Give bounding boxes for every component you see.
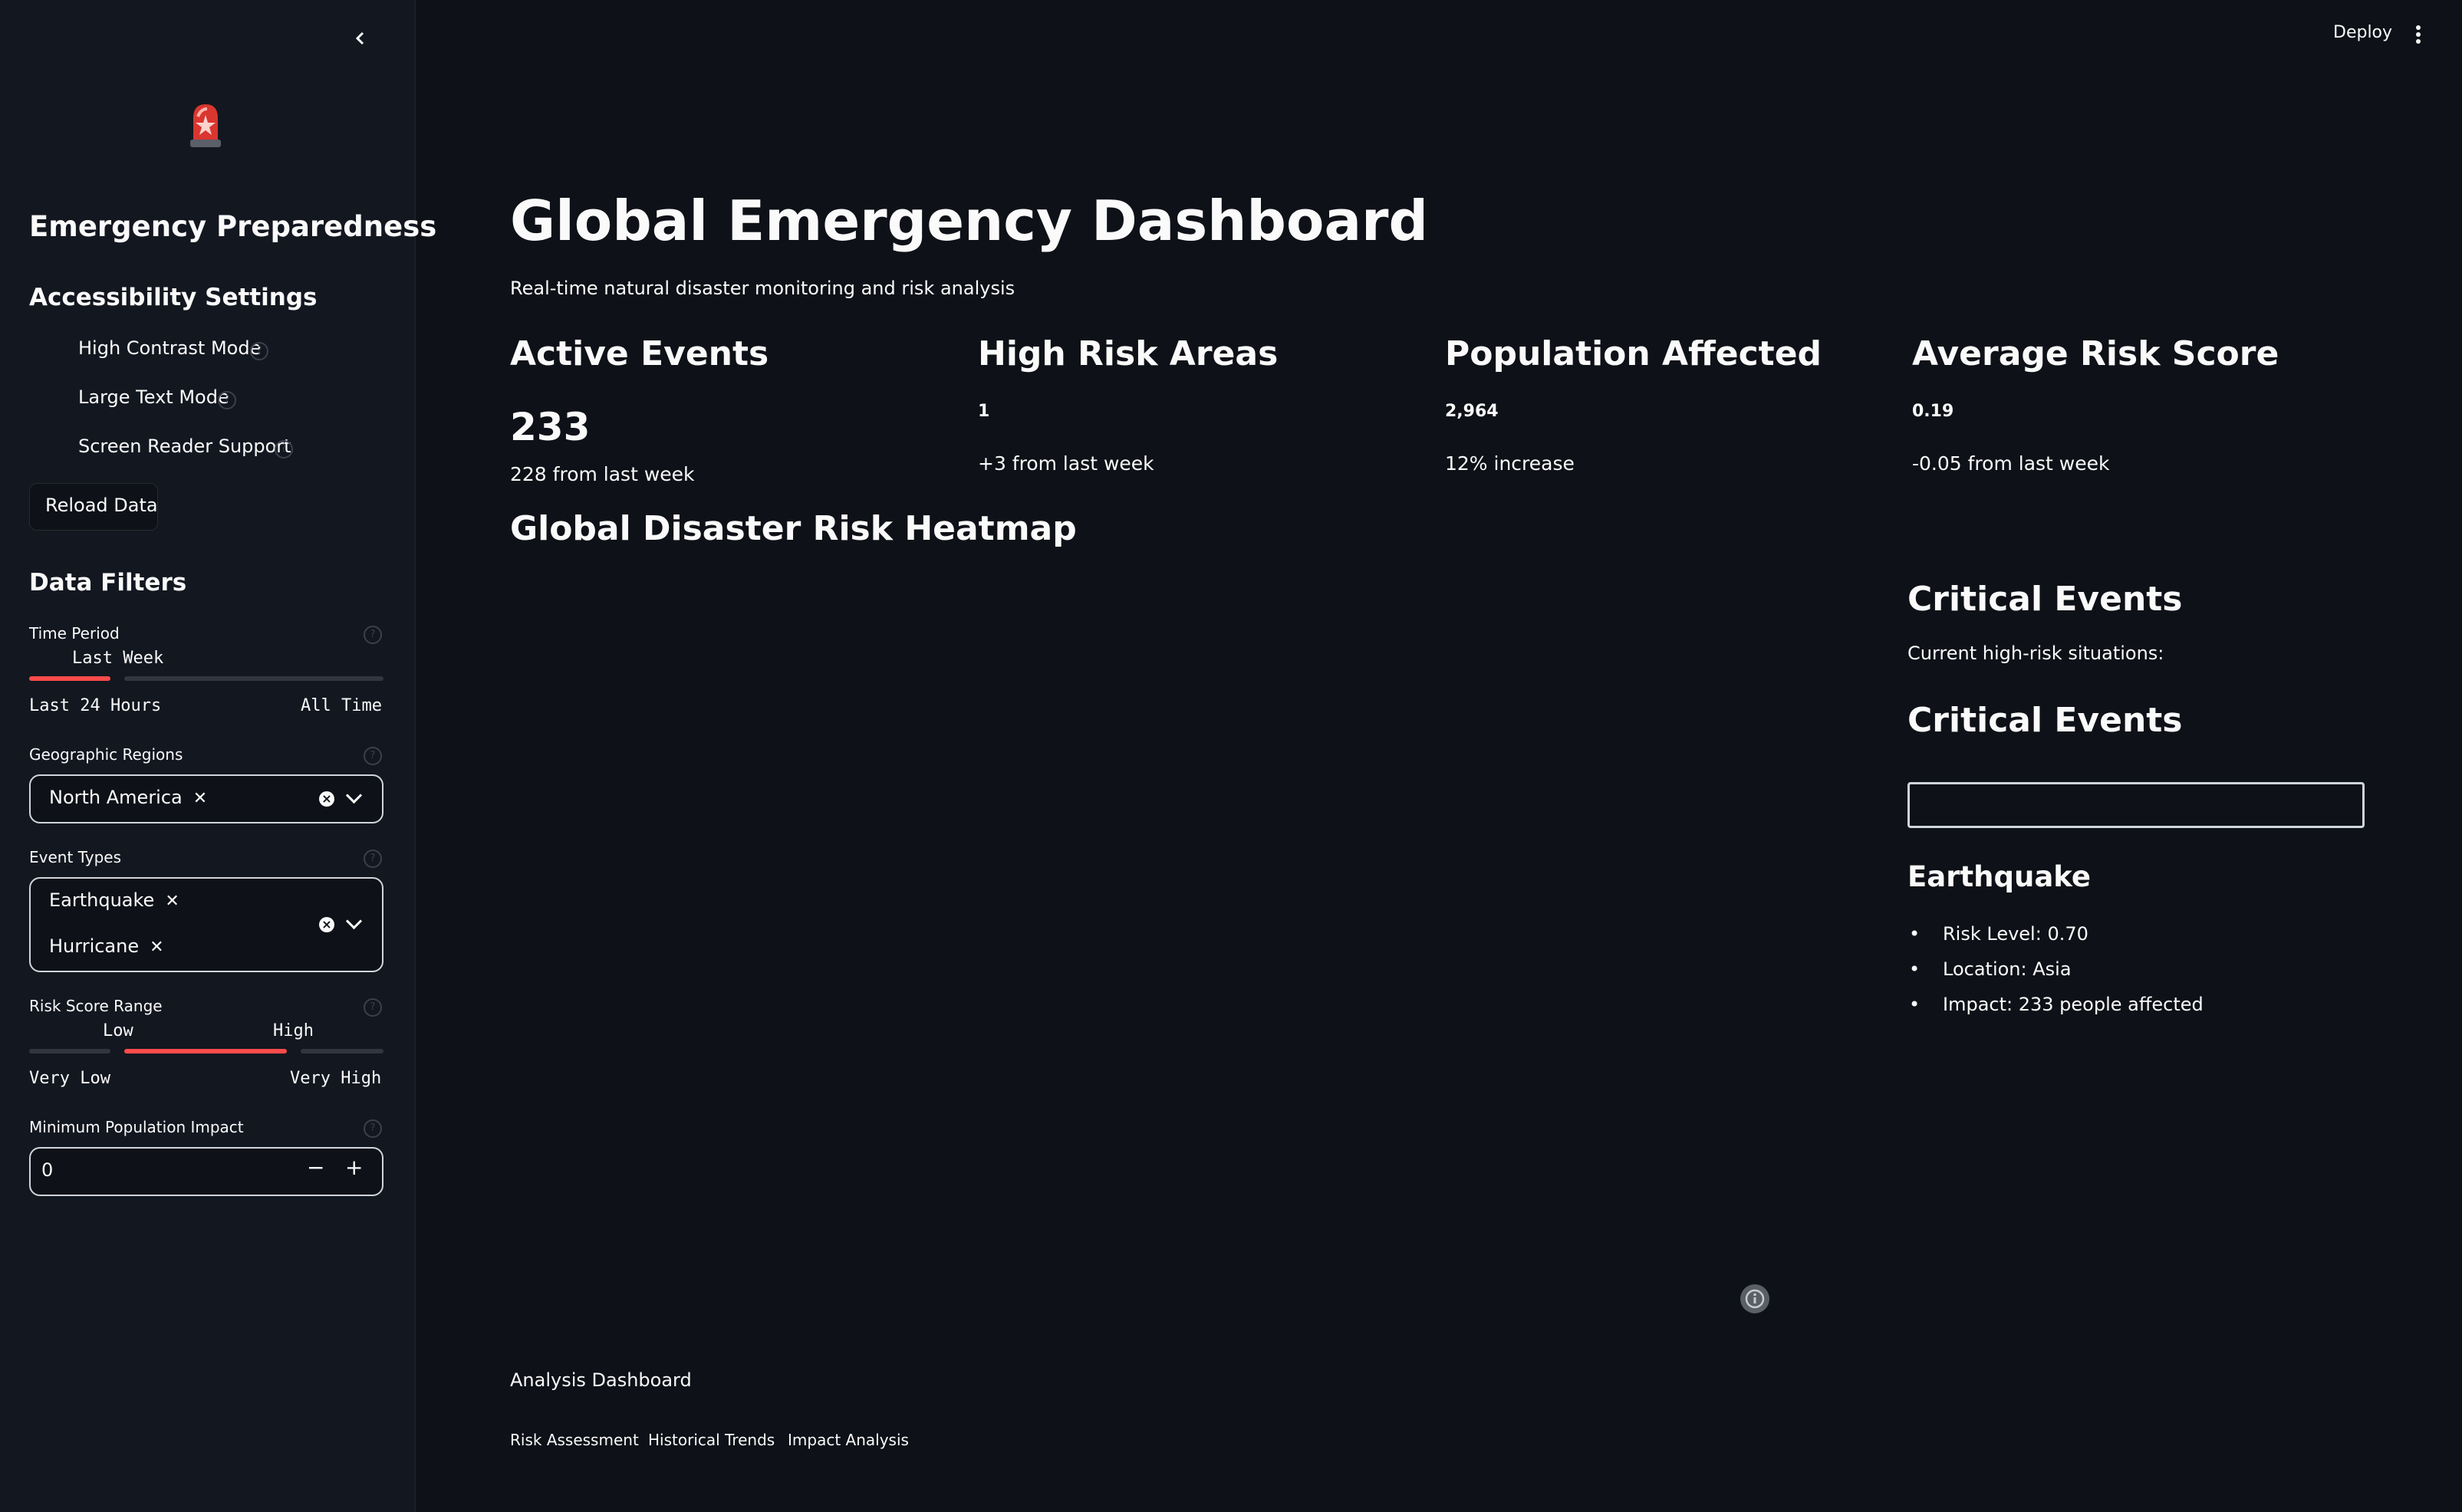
slider-track [124,676,383,681]
tab-risk-assessment[interactable]: Risk Assessment [510,1431,639,1449]
event-detail: Location: Asia [1909,958,2071,980]
help-icon: ? [364,998,382,1017]
regions-label: Geographic Regions [29,745,183,764]
regions-multiselect[interactable]: North America ✕ × [29,774,383,823]
time-period-max: All Time [301,696,382,715]
toggle-label: Large Text Mode [78,386,229,408]
slider-track [301,1049,383,1053]
clear-all-icon[interactable]: × [319,917,334,932]
accessibility-heading: Accessibility Settings [29,284,318,311]
collapse-sidebar-button[interactable] [351,29,370,48]
chevron-down-icon[interactable] [345,912,363,930]
toggle-label: High Contrast Mode [78,337,262,359]
sidebar: Emergency Preparedness Accessibility Set… [0,0,436,1512]
sidebar-title: Emergency Preparedness [29,210,437,243]
event-detail: Impact: 233 people affected [1909,994,2204,1015]
help-icon: ? [364,850,382,868]
chevron-down-icon[interactable] [345,787,363,804]
event-type-tag-label: Hurricane [49,935,140,957]
help-icon: ? [364,747,382,765]
metric-label: Active Events [510,334,769,373]
screen-reader-toggle[interactable]: Screen Reader Support ? [29,436,305,462]
reload-data-button[interactable]: Reload Data [29,483,158,531]
chevron-left-icon [355,31,364,45]
info-icon[interactable] [1740,1284,1770,1314]
slider-track [29,1049,110,1053]
risk-range-slider[interactable] [29,1047,383,1055]
increment-button[interactable]: + [345,1155,363,1180]
risk-range-min: Very Low [29,1069,110,1088]
min-population-value: 0 [41,1159,54,1181]
min-population-input[interactable]: 0 − + [29,1147,383,1196]
main-content: Global Emergency Dashboard Real-time nat… [414,0,2462,1512]
metric-label: Average Risk Score [1912,334,2279,373]
metric-value: 0.19 [1912,402,1954,421]
clear-all-icon[interactable]: × [319,791,334,807]
slider-fill [29,676,110,681]
slider-fill [124,1049,287,1053]
risk-range-label: Risk Score Range [29,997,163,1015]
time-period-value: Last Week [72,649,164,668]
time-period-min: Last 24 Hours [29,696,162,715]
help-icon: ? [275,440,293,459]
help-icon: ? [218,391,236,409]
critical-events-heading-secondary: Critical Events [1907,701,2183,740]
page-subtitle: Real-time natural disaster monitoring an… [510,278,1015,299]
remove-tag-icon[interactable]: ✕ [150,938,163,957]
event-types-label: Event Types [29,848,122,866]
toggle-label: Screen Reader Support [78,436,291,457]
event-detail: Risk Level: 0.70 [1909,923,2088,945]
metric-value: 233 [510,405,591,449]
metric-label: High Risk Areas [978,334,1279,373]
high-contrast-toggle[interactable]: High Contrast Mode ? [29,337,282,363]
metric-delta: 228 from last week [510,463,695,485]
metric-value: 2,964 [1445,402,1499,421]
data-filters-heading: Data Filters [29,569,187,597]
critical-events-box[interactable] [1907,782,2365,828]
tab-historical-trends[interactable]: Historical Trends [648,1431,775,1449]
region-tag-label: North America [49,787,183,808]
event-type-tag-label: Earthquake [49,889,155,911]
risk-range-high-value: High [273,1021,314,1040]
metric-label: Population Affected [1445,334,1822,373]
help-icon: ? [250,342,268,360]
reload-data-label: Reload Data [45,495,158,516]
metric-delta: 12% increase [1445,452,1575,475]
metric-value: 1 [978,402,990,421]
rotating-light-icon [187,100,224,149]
page-title: Global Emergency Dashboard [510,189,1429,253]
critical-events-subtext: Current high-risk situations: [1907,643,2164,664]
heatmap-title: Global Disaster Risk Heatmap [510,509,1077,548]
large-text-toggle[interactable]: Large Text Mode ? [29,386,282,413]
event-type-tag[interactable]: Earthquake ✕ [49,889,179,911]
event-title: Earthquake [1907,860,2092,893]
help-icon: ? [364,626,382,644]
analysis-title: Analysis Dashboard [510,1369,692,1391]
time-period-label: Time Period [29,624,120,643]
heatmap-area[interactable] [510,567,1891,1334]
metric-delta: -0.05 from last week [1912,452,2110,475]
risk-range-low-value: Low [103,1021,133,1040]
remove-tag-icon[interactable]: ✕ [165,892,179,911]
region-tag[interactable]: North America ✕ [49,787,207,808]
tab-impact-analysis[interactable]: Impact Analysis [788,1431,909,1449]
event-types-multiselect[interactable]: Earthquake ✕ Hurricane ✕ × [29,877,383,972]
critical-events-heading: Critical Events [1907,580,2183,619]
event-type-tag[interactable]: Hurricane ✕ [49,935,164,957]
help-icon: ? [364,1119,382,1138]
metric-delta: +3 from last week [978,452,1154,475]
risk-range-max: Very High [290,1069,382,1088]
min-population-label: Minimum Population Impact [29,1118,244,1136]
decrement-button[interactable]: − [307,1155,324,1180]
time-period-slider[interactable] [29,675,383,682]
remove-tag-icon[interactable]: ✕ [193,789,207,808]
